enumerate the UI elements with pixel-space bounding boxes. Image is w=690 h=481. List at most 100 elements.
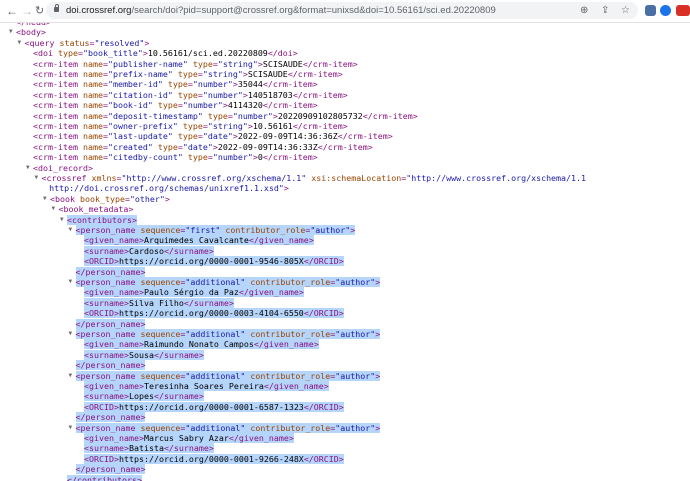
xml-tag: <ORCID	[84, 402, 114, 412]
xml-attr-value: "other"	[130, 194, 165, 204]
xml-line: <crm-item name="publisher-name" type="st…	[33, 59, 358, 69]
xml-attr-value: "last-update"	[108, 131, 173, 141]
expand-toggle-icon[interactable]: ▼	[69, 329, 73, 339]
xml-attr-name: type	[183, 152, 208, 162]
xml-tag: >	[128, 204, 133, 214]
expand-toggle-icon[interactable]: ▼	[69, 371, 73, 381]
expand-toggle-icon[interactable]: ▼	[18, 38, 22, 48]
xml-tag: <query	[25, 38, 55, 48]
expand-toggle-icon[interactable]: ▼	[69, 277, 73, 287]
xml-attr-name: type	[173, 90, 198, 100]
xml-line: ▼<crossref xmlns="http://www.crossref.or…	[42, 173, 587, 183]
bookmark-star-icon[interactable]: ☆	[621, 4, 630, 17]
xml-line-text: <crm-item name="deposit-timestamp" type=…	[33, 111, 418, 121]
extension-icon[interactable]	[645, 5, 656, 16]
share-icon[interactable]: ⇪	[601, 4, 609, 17]
lock-icon[interactable]	[54, 7, 59, 12]
xml-line-text: <ORCID>https://orcid.org/0000-0001-9266-…	[84, 454, 344, 464]
xml-tag: >	[299, 287, 304, 297]
xml-attr-name: type	[203, 111, 228, 121]
xml-tag: <crm-item	[33, 59, 78, 69]
xml-line-text: <person_name sequence="additional" contr…	[76, 277, 381, 287]
reload-icon[interactable]: ↻	[35, 3, 44, 19]
xml-tag: </surname	[154, 350, 199, 360]
xml-tag: <given_name	[84, 339, 139, 349]
xml-line-text: http://doi.crossref.org/schemas/unixref1…	[49, 183, 289, 193]
xml-line-text: <crm-item name="last-update" type="date"…	[33, 131, 393, 141]
xml-line-text: <body>	[16, 27, 46, 37]
url-text[interactable]: doi.crossref.org/search/doi?pid=support@…	[66, 4, 496, 17]
expand-toggle-icon[interactable]: ▼	[52, 204, 56, 214]
expand-toggle-icon[interactable]: ▼	[9, 27, 13, 37]
xml-tag: </surname	[164, 443, 209, 453]
xml-line-text: <contributors>	[67, 215, 137, 225]
expand-toggle-icon[interactable]: ▼	[69, 423, 73, 433]
zoom-icon[interactable]: ⊕	[580, 4, 588, 17]
expand-toggle-icon[interactable]: ▼	[43, 194, 47, 204]
xml-tag: <given_name	[84, 235, 139, 245]
xml-attr-name: sequence	[135, 225, 180, 235]
xml-attr-name: xmlns	[86, 173, 116, 183]
xml-line: ▼<query status="resolved">	[25, 38, 150, 48]
back-icon[interactable]: ←	[6, 3, 18, 19]
xml-tag: </crm-item	[263, 152, 313, 162]
xml-tag: >	[343, 90, 348, 100]
xml-attr-name: contributor_role	[245, 423, 330, 433]
expand-toggle-icon[interactable]: ▼	[60, 215, 64, 225]
xml-line-text: <doi_record>	[33, 163, 93, 173]
xml-tag: <person_name	[76, 277, 136, 287]
xml-tag: <crm-item	[33, 131, 78, 141]
browser-toolbar: ← → ↻ doi.crossref.org/search/doi?pid=su…	[0, 0, 690, 23]
xml-attr-name: status	[54, 38, 89, 48]
xml-line: ▼<person_name sequence="first" contribut…	[76, 225, 356, 235]
xml-tag: <book_metadata	[59, 204, 129, 214]
xml-line: <crm-item name="deposit-timestamp" type=…	[33, 111, 418, 121]
xml-tag: <crm-item	[33, 90, 78, 100]
xml-line: <given_name>Teresinha Soares Pereira</gi…	[84, 381, 329, 391]
xml-attr-value: "author"	[310, 225, 350, 235]
xml-text: Lopes	[129, 391, 154, 401]
extension-icon[interactable]	[676, 5, 690, 16]
xml-line-text: <crm-item name="owner-prefix" type="stri…	[33, 121, 348, 131]
xml-attr-name: contributor_role	[245, 329, 330, 339]
xml-tag: <ORCID	[84, 454, 114, 464]
xml-attr-value: "string"	[203, 69, 243, 79]
xml-text: Cardoso	[129, 246, 164, 256]
expand-toggle-icon[interactable]: ▼	[69, 225, 73, 235]
xml-tag: </crm-item	[288, 69, 338, 79]
xml-attr-name: type	[163, 79, 188, 89]
xml-attr-name: type	[153, 142, 178, 152]
xml-attr-value: "number"	[183, 100, 223, 110]
xml-line-text: </person_name>	[76, 464, 146, 474]
xml-tag: <doi_record	[33, 163, 88, 173]
xml-tag: <person_name	[76, 225, 136, 235]
xml-attr-value: "member-id"	[108, 79, 163, 89]
xml-tag: >	[209, 246, 214, 256]
xml-line: <surname>Cardoso</surname>	[84, 246, 214, 256]
xml-line: <doi type="book_title">10.56161/sci.ed.2…	[33, 48, 298, 58]
xml-tag: >	[350, 225, 355, 235]
address-bar[interactable]: doi.crossref.org/search/doi?pid=support@…	[46, 2, 638, 19]
xml-tag: >	[140, 267, 145, 277]
xml-tag: >	[339, 402, 344, 412]
xml-line-text: <crm-item name="citedby-count" type="num…	[33, 152, 318, 162]
xml-tag: >	[338, 69, 343, 79]
xml-tag: </surname	[154, 391, 199, 401]
xml-tag: <given_name	[84, 287, 139, 297]
xml-tag: <person_name	[76, 329, 136, 339]
xml-attr-name: name	[78, 100, 103, 110]
xml-text: 10.56161	[253, 121, 293, 131]
expand-toggle-icon[interactable]: ▼	[35, 173, 39, 183]
extension-icon[interactable]	[660, 5, 671, 16]
xml-attr-value: "author"	[335, 423, 375, 433]
xml-line-text: <person_name sequence="first" contributo…	[76, 225, 356, 235]
forward-icon[interactable]: →	[21, 3, 33, 19]
xml-tag: >	[375, 423, 380, 433]
xml-tag: </given_name	[264, 381, 324, 391]
xml-tag: </ORCID	[304, 256, 339, 266]
xml-tag: >	[324, 381, 329, 391]
xml-attr-value: "additional"	[185, 423, 245, 433]
expand-toggle-icon[interactable]: ▼	[26, 163, 30, 173]
xml-line-text: <given_name>Marcus Sabry Azar</given_nam…	[84, 433, 294, 443]
xml-tag: </given_name	[239, 287, 299, 297]
